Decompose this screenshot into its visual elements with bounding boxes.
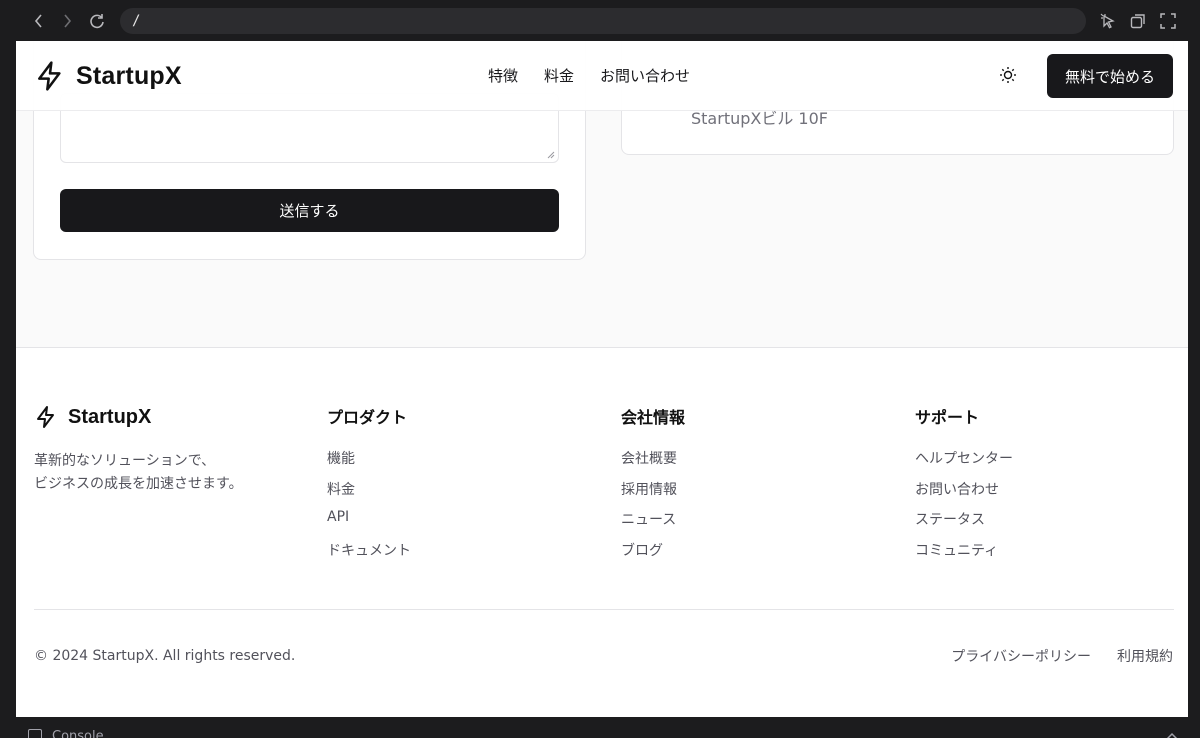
chevron-up-icon[interactable] [1166,729,1178,738]
browser-toolbar: / [0,0,1200,41]
footer-link[interactable]: 会社概要 [621,451,677,467]
footer-brand: StartupX 革新的なソリューションで、 ビジネスの成長を加速させます。 [34,404,243,496]
footer-link[interactable]: ヘルプセンター [915,451,1013,467]
footer-column-product: プロダクト 機能 料金 API ドキュメント [327,404,411,570]
footer-column-title: 会社情報 [621,408,686,427]
footer-column-support: サポート ヘルプセンター お問い合わせ ステータス コミュニティ [915,404,1013,570]
fullscreen-icon[interactable] [1157,10,1179,32]
forward-icon[interactable] [56,10,78,32]
copyright-text: © 2024 StartupX. All rights reserved. [34,648,296,664]
footer-link[interactable]: 料金 [327,482,355,498]
privacy-policy-link[interactable]: プライバシーポリシー [951,646,1091,666]
sun-icon[interactable] [998,65,1018,85]
footer-link[interactable]: ブログ [621,543,663,559]
site-header: StartupX 特徴 料金 お問い合わせ 無料で始める [16,41,1188,111]
footer-column-title: サポート [915,408,980,427]
devtools-console-bar[interactable]: Console [16,717,1188,738]
brand-name: StartupX [76,61,182,90]
main-nav: 特徴 料金 お問い合わせ [488,65,690,86]
footer-link[interactable]: お問い合わせ [915,482,999,498]
footer-link[interactable]: コミュニティ [915,543,998,559]
tagline-line: 革新的なソリューションで、 [34,453,216,469]
footer-link[interactable]: ステータス [915,512,985,528]
footer-column-title: プロダクト [327,408,408,427]
tagline-line: ビジネスの成長を加速させます。 [34,476,243,492]
legal-links: プライバシーポリシー 利用規約 [951,646,1173,666]
url-bar[interactable]: / [120,8,1086,34]
start-free-button[interactable]: 無料で始める [1047,54,1173,98]
footer-link[interactable]: 採用情報 [621,482,677,498]
nav-link-contact[interactable]: お問い合わせ [600,65,690,86]
page-viewport: 送信する StartupXビル 10F StartupX 特徴 料金 お問い合わ… [16,41,1188,717]
footer-tagline: 革新的なソリューションで、 ビジネスの成長を加速させます。 [34,450,243,496]
header-logo[interactable]: StartupX [34,59,182,93]
footer-link[interactable]: 機能 [327,451,355,467]
footer-divider [34,609,1174,610]
terms-link[interactable]: 利用規約 [1117,646,1173,666]
footer-logo[interactable]: StartupX [34,404,243,430]
submit-button[interactable]: 送信する [60,189,559,232]
copy-window-icon[interactable] [1127,10,1149,32]
reload-icon[interactable] [86,10,108,32]
site-footer: StartupX 革新的なソリューションで、 ビジネスの成長を加速させます。 プ… [16,347,1188,717]
footer-link[interactable]: API [327,509,349,525]
terminal-icon [28,729,42,738]
console-label: Console [52,729,104,738]
resize-grip-icon[interactable] [547,151,555,159]
footer-link[interactable]: ニュース [621,512,676,528]
footer-link[interactable]: ドキュメント [327,543,411,559]
nav-link-features[interactable]: 特徴 [488,65,518,86]
lightning-icon [37,406,54,428]
lightning-icon [38,61,61,91]
footer-brand-name: StartupX [68,405,152,428]
back-icon[interactable] [28,10,50,32]
footer-column-company: 会社情報 会社概要 採用情報 ニュース ブログ [621,404,685,570]
inspect-pointer-icon[interactable] [1097,10,1119,32]
nav-link-pricing[interactable]: 料金 [544,65,574,86]
